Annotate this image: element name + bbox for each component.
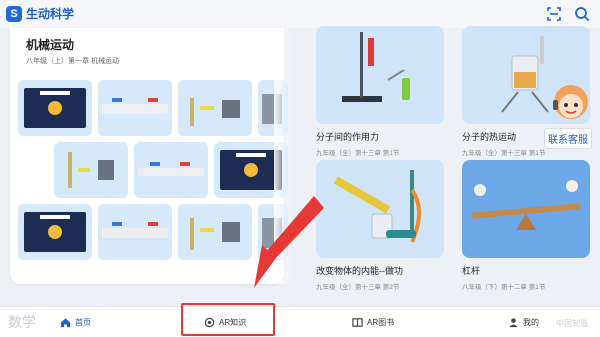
page-thumbnail[interactable] [98, 80, 172, 136]
page-thumbnail[interactable] [54, 142, 128, 198]
contact-service-button[interactable]: 联系客服 [544, 128, 592, 149]
app-logo: S [6, 6, 22, 22]
ghost-tab-text: 中国制造 [556, 319, 588, 328]
nav-me[interactable]: 我的 [508, 307, 539, 337]
card-title: 分子间的作用力 [316, 132, 380, 142]
spring-balance-experiment-icon [316, 26, 444, 124]
scan-icon[interactable] [544, 4, 564, 24]
nav-home-label: 首页 [75, 318, 91, 327]
page-thumbnail[interactable] [178, 80, 252, 136]
bottom-nav: 首页 AR知识 AR图书 我的 [0, 306, 600, 337]
page-thumbnail[interactable] [178, 204, 252, 260]
page-thumbnail[interactable] [134, 142, 208, 198]
experiment-card[interactable]: 改变物体的内能--做功 九年级（全）第十三章 第2节 [316, 160, 444, 291]
lever-seesaw-icon [462, 160, 590, 258]
book-title: 机械运动 [26, 38, 75, 52]
app-title: 生动科学 [26, 7, 75, 21]
nav-ar-books[interactable]: AR图书 [352, 307, 394, 337]
app-header: S 生动科学 [0, 0, 600, 28]
card-title: 改变物体的内能--做功 [316, 266, 403, 276]
pump-experiment-icon [316, 160, 444, 258]
nav-home[interactable]: 首页 [60, 307, 91, 337]
user-icon [509, 318, 518, 328]
experiment-card[interactable]: 分子间的作用力 九年级（全）第十三章 第1节 [316, 26, 444, 157]
nav-me-label: 我的 [523, 318, 539, 327]
book-preview-panel[interactable]: 机械运动 八年级（上）第一章 机械运动 [10, 28, 288, 284]
card-title: 杠杆 [462, 266, 481, 276]
home-icon [60, 318, 71, 328]
panel-edge-fade [274, 28, 292, 284]
book-icon [352, 318, 363, 327]
card-subtitle: 八年级（下）第十二章 第1节 [462, 284, 546, 291]
page-thumbnail[interactable] [98, 204, 172, 260]
book-subtitle: 八年级（上）第一章 机械运动 [26, 58, 119, 65]
search-icon[interactable] [572, 4, 592, 24]
card-subtitle: 九年级（全）第十三章 第2节 [316, 284, 400, 291]
nav-ar-books-label: AR图书 [367, 318, 395, 327]
ar-knowledge-highlight-box [181, 303, 275, 336]
card-subtitle: 九年级（全）第十三章 第1节 [316, 150, 400, 157]
customer-service-avatar[interactable] [548, 80, 594, 130]
page-thumbnail[interactable] [18, 80, 92, 136]
page-thumbnail[interactable] [18, 204, 92, 260]
experiment-card[interactable]: 杠杆 八年级（下）第十二章 第1节 [462, 160, 590, 291]
ghost-tab-text: 数学 [8, 314, 36, 330]
